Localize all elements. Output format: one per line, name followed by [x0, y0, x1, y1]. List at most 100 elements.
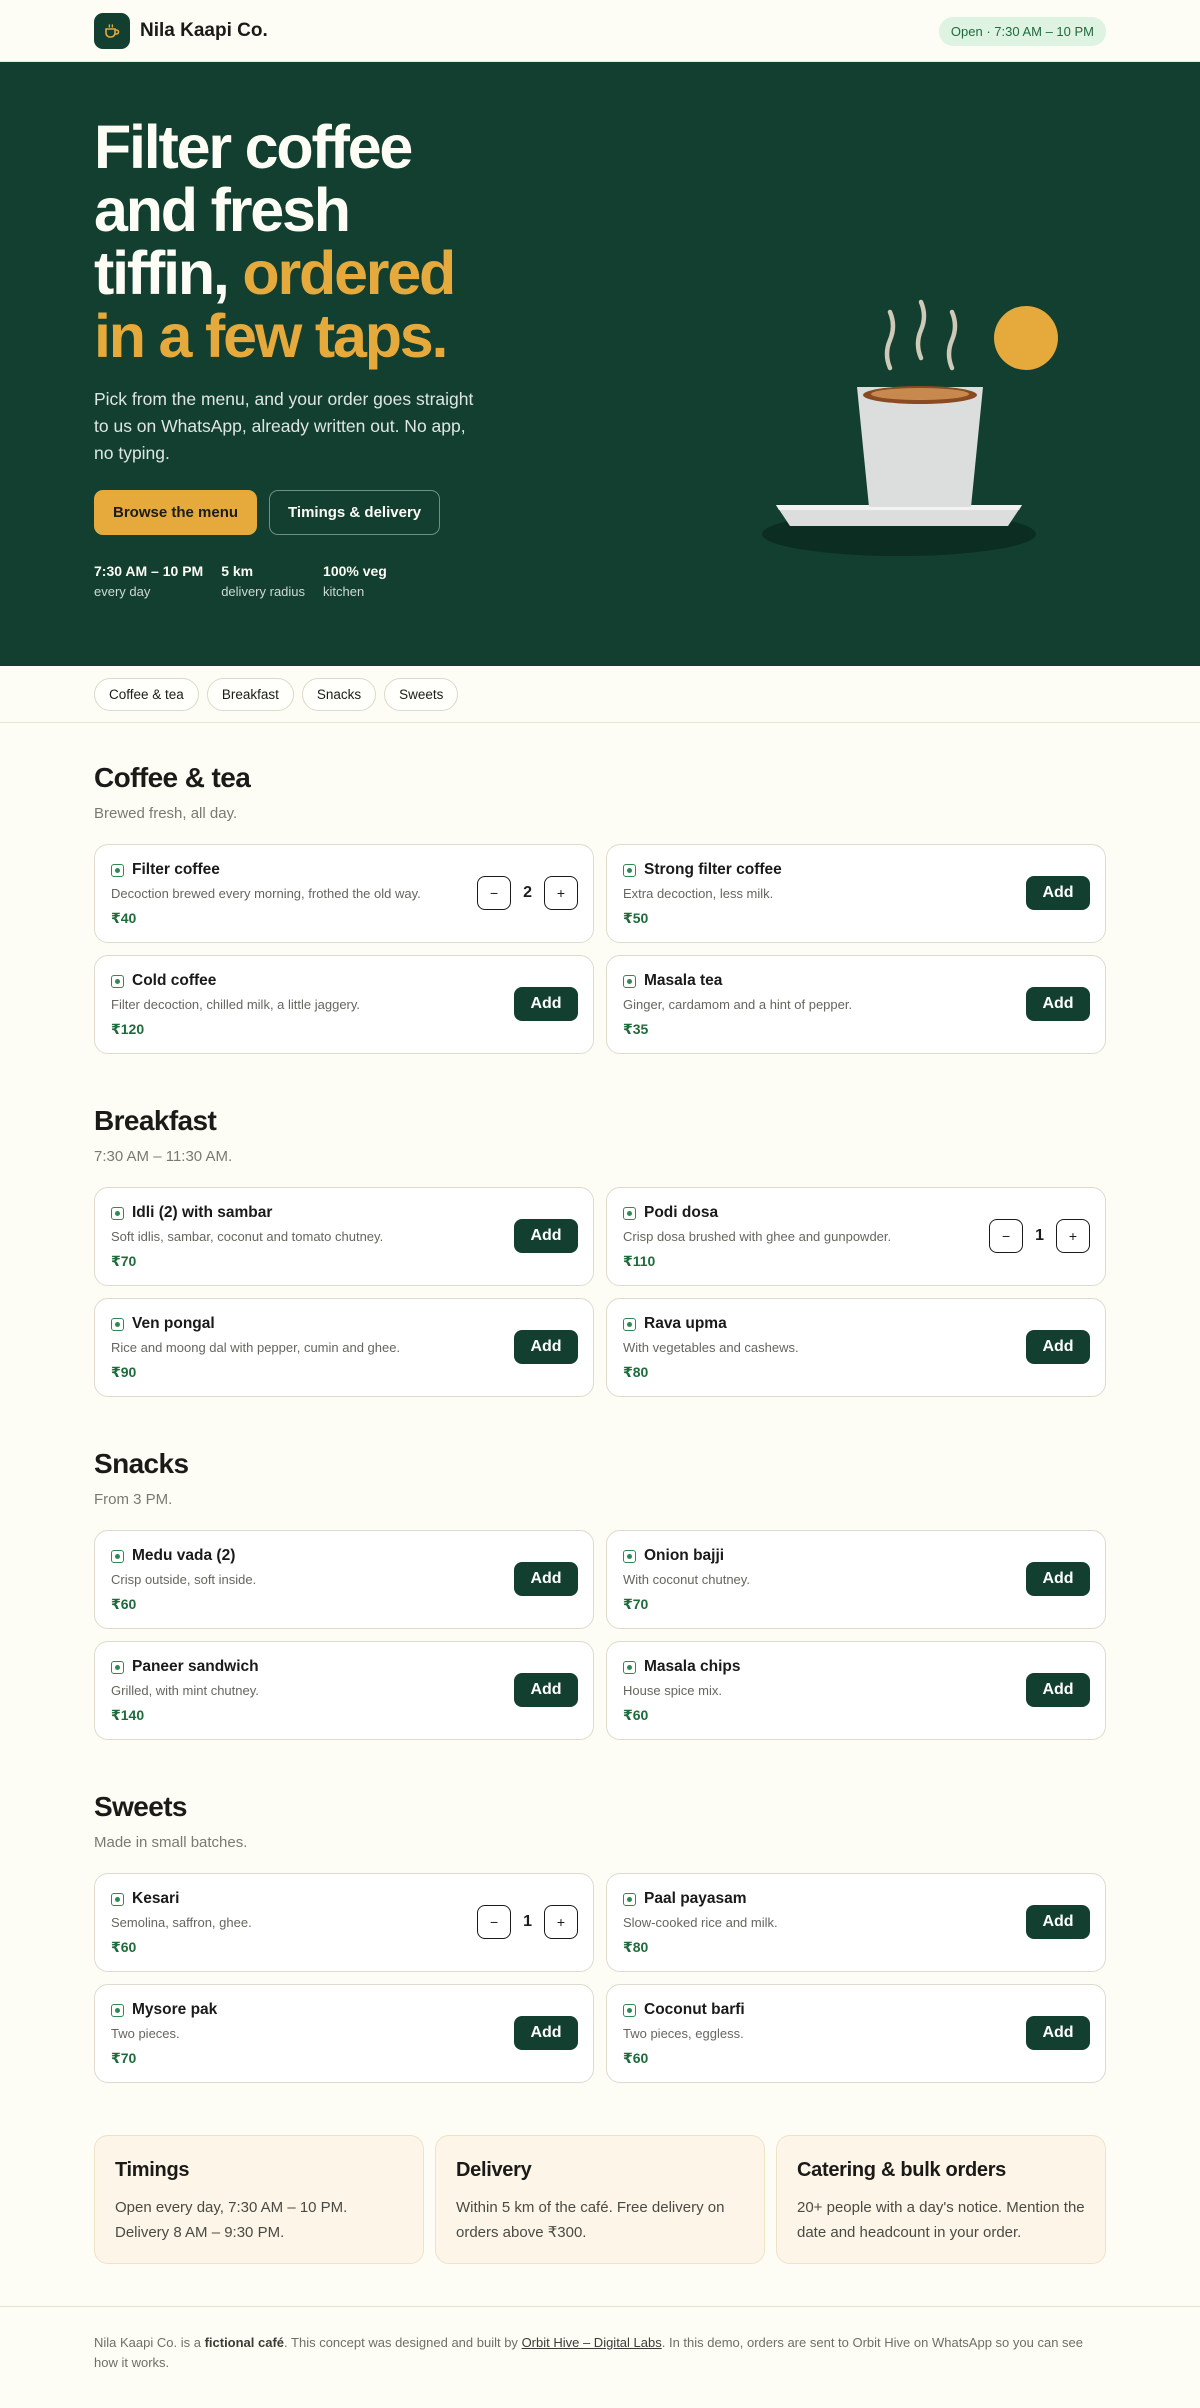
quantity-value: 2 — [523, 884, 532, 901]
item-name: Onion bajji — [644, 1547, 725, 1564]
menu-item-header: Strong filter coffee — [623, 861, 1089, 879]
site-footer: Nila Kaapi Co. is a fictional café. This… — [0, 2306, 1200, 2408]
info-card-timings: Timings Open every day, 7:30 AM – 10 PM.… — [94, 2135, 424, 2264]
menu-item-header: Ven pongal — [111, 1315, 577, 1333]
menu-section-coffee-tea: Coffee & tea Brewed fresh, all day. Filter… — [94, 723, 1106, 1054]
add-to-order-button[interactable]: Add — [514, 987, 578, 1021]
category-nav: Coffee & tea Breakfast Snacks Sweets — [0, 666, 1200, 723]
category-chip-snacks[interactable]: Snacks — [301, 678, 377, 711]
quantity-value: 1 — [1035, 1227, 1044, 1244]
add-to-order-button[interactable]: Add — [514, 1562, 578, 1596]
footer-bold: fictional café — [204, 2335, 285, 2350]
menu-grid: Kesari Semolina, saffron, ghee. ₹60−1 + Paal… — [94, 1873, 1106, 2083]
veg-dot — [627, 978, 632, 984]
item-name: Idli (2) with sambar — [132, 1204, 273, 1221]
decrease-quantity-button[interactable]: − — [477, 1905, 512, 1939]
sun-shape — [994, 306, 1058, 370]
add-to-order-button[interactable]: Add — [1026, 987, 1090, 1021]
hero-subtitle: Pick from the menu, and your order goes … — [94, 389, 474, 463]
veg-mark-icon — [623, 863, 636, 877]
info-body: Within 5 km of the café. Free delivery o… — [456, 2199, 725, 2241]
category-chip-breakfast[interactable]: Breakfast — [206, 678, 294, 711]
item-name: Rava upma — [644, 1315, 727, 1332]
menu-item-header: Paneer sandwich — [111, 1658, 577, 1676]
add-to-order-button[interactable]: Add — [514, 2016, 578, 2050]
item-description: Grilled, with mint chutney. — [111, 1683, 259, 1698]
add-to-order-button[interactable]: Add — [1026, 1330, 1090, 1364]
hero-title-line: and fresh — [94, 176, 351, 244]
menu-item-header: Masala tea — [623, 972, 1089, 990]
stat-label: kitchen — [323, 584, 365, 599]
item-name: Kesari — [132, 1890, 180, 1907]
item-description: Ginger, cardamom and a hint of pepper. — [623, 997, 853, 1012]
item-price: ₹80 — [623, 1364, 649, 1380]
item-price: ₹90 — [111, 1364, 137, 1380]
menu-item-card: Paal payasam Slow-cooked rice and milk. ₹8… — [606, 1873, 1106, 1972]
item-description: Rice and moong dal with pepper, cumin an… — [111, 1340, 401, 1355]
menu-item-card: Filter coffee Decoction brewed every morn… — [94, 844, 594, 943]
info-title: Catering & bulk orders — [797, 2159, 1006, 2181]
item-name: Masala chips — [644, 1658, 741, 1675]
add-to-order-button[interactable]: Add — [1026, 2016, 1090, 2050]
decrease-quantity-button[interactable]: − — [989, 1219, 1024, 1253]
stat-value: 5 km — [221, 563, 254, 579]
menu-item-card: Idli (2) with sambar Soft idlis, sambar, … — [94, 1187, 594, 1286]
veg-dot — [627, 1553, 632, 1559]
item-description: Two pieces. — [111, 2026, 180, 2041]
add-to-order-button[interactable]: Add — [1026, 876, 1090, 910]
hero: Filter coffee and fresh tiffin, ordered … — [0, 62, 1200, 666]
veg-dot — [627, 1321, 632, 1327]
item-name: Paneer sandwich — [132, 1658, 259, 1675]
item-description: Two pieces, eggless. — [623, 2026, 744, 2041]
menu: Coffee & tea Brewed fresh, all day. Filter… — [94, 723, 1106, 2264]
category-chip-sweets[interactable]: Sweets — [384, 678, 459, 711]
timings-delivery-button[interactable]: Timings & delivery — [269, 490, 441, 535]
add-to-order-button[interactable]: Add — [514, 1219, 578, 1253]
veg-mark-icon — [111, 1206, 124, 1220]
category-chip-coffee-tea[interactable]: Coffee & tea — [94, 678, 199, 711]
item-price: ₹70 — [111, 1253, 137, 1269]
increase-quantity-button[interactable]: + — [1056, 1219, 1090, 1253]
item-description: Crisp outside, soft inside. — [111, 1572, 257, 1587]
veg-mark-icon — [623, 1549, 636, 1563]
item-price: ₹110 — [623, 1253, 656, 1269]
decrease-quantity-button[interactable]: − — [477, 876, 512, 910]
orbit-hive-link[interactable]: Orbit Hive – Digital Labs — [522, 2335, 662, 2350]
footer-text: Nila Kaapi Co. is a fictional café. This… — [94, 2333, 1106, 2373]
menu-item-header: Idli (2) with sambar — [111, 1204, 577, 1222]
menu-item-card: Coconut barfi Two pieces, eggless. ₹60 Add — [606, 1984, 1106, 2083]
item-name: Ven pongal — [132, 1315, 215, 1332]
hero-actions: Browse the menu Timings & delivery — [94, 490, 441, 535]
veg-dot — [115, 1664, 120, 1670]
add-to-order-button[interactable]: Add — [514, 1673, 578, 1707]
stat: 100% veg kitchen — [323, 563, 387, 599]
browse-menu-button[interactable]: Browse the menu — [94, 490, 258, 535]
item-name: Masala tea — [644, 972, 723, 989]
item-description: Slow-cooked rice and milk. — [623, 1915, 778, 1930]
add-to-order-button[interactable]: Add — [1026, 1673, 1090, 1707]
section-subtitle: Made in small batches. — [94, 1834, 248, 1851]
menu-sections: Coffee & tea Brewed fresh, all day. Filter… — [94, 723, 1106, 2083]
menu-section-snacks: Snacks From 3 PM. Medu vada (2) Crisp outsi… — [94, 1397, 1106, 1740]
menu-item-header: Cold coffee — [111, 972, 577, 990]
item-price: ₹70 — [623, 1596, 649, 1612]
increase-quantity-button[interactable]: + — [544, 1905, 578, 1939]
hero-stats: 7:30 AM – 10 PM every day 5 km delivery … — [94, 563, 387, 599]
veg-mark-icon — [623, 974, 636, 988]
increase-quantity-button[interactable]: + — [544, 876, 578, 910]
item-price: ₹50 — [623, 910, 649, 926]
coffee-crema — [871, 388, 969, 400]
menu-item-card: Ven pongal Rice and moong dal with pepper… — [94, 1298, 594, 1397]
veg-mark-icon — [111, 1660, 124, 1674]
section-subtitle: 7:30 AM – 11:30 AM. — [94, 1148, 233, 1165]
item-name: Mysore pak — [132, 2001, 218, 2018]
veg-dot — [115, 867, 120, 873]
brand[interactable]: Nila Kaapi Co. — [94, 13, 268, 49]
add-to-order-button[interactable]: Add — [1026, 1905, 1090, 1939]
veg-mark-icon — [111, 974, 124, 988]
info-card-catering: Catering & bulk orders 20+ people with a… — [776, 2135, 1106, 2264]
menu-item-header: Medu vada (2) — [111, 1547, 577, 1565]
add-to-order-button[interactable]: Add — [514, 1330, 578, 1364]
add-to-order-button[interactable]: Add — [1026, 1562, 1090, 1596]
item-price: ₹60 — [623, 1707, 649, 1723]
